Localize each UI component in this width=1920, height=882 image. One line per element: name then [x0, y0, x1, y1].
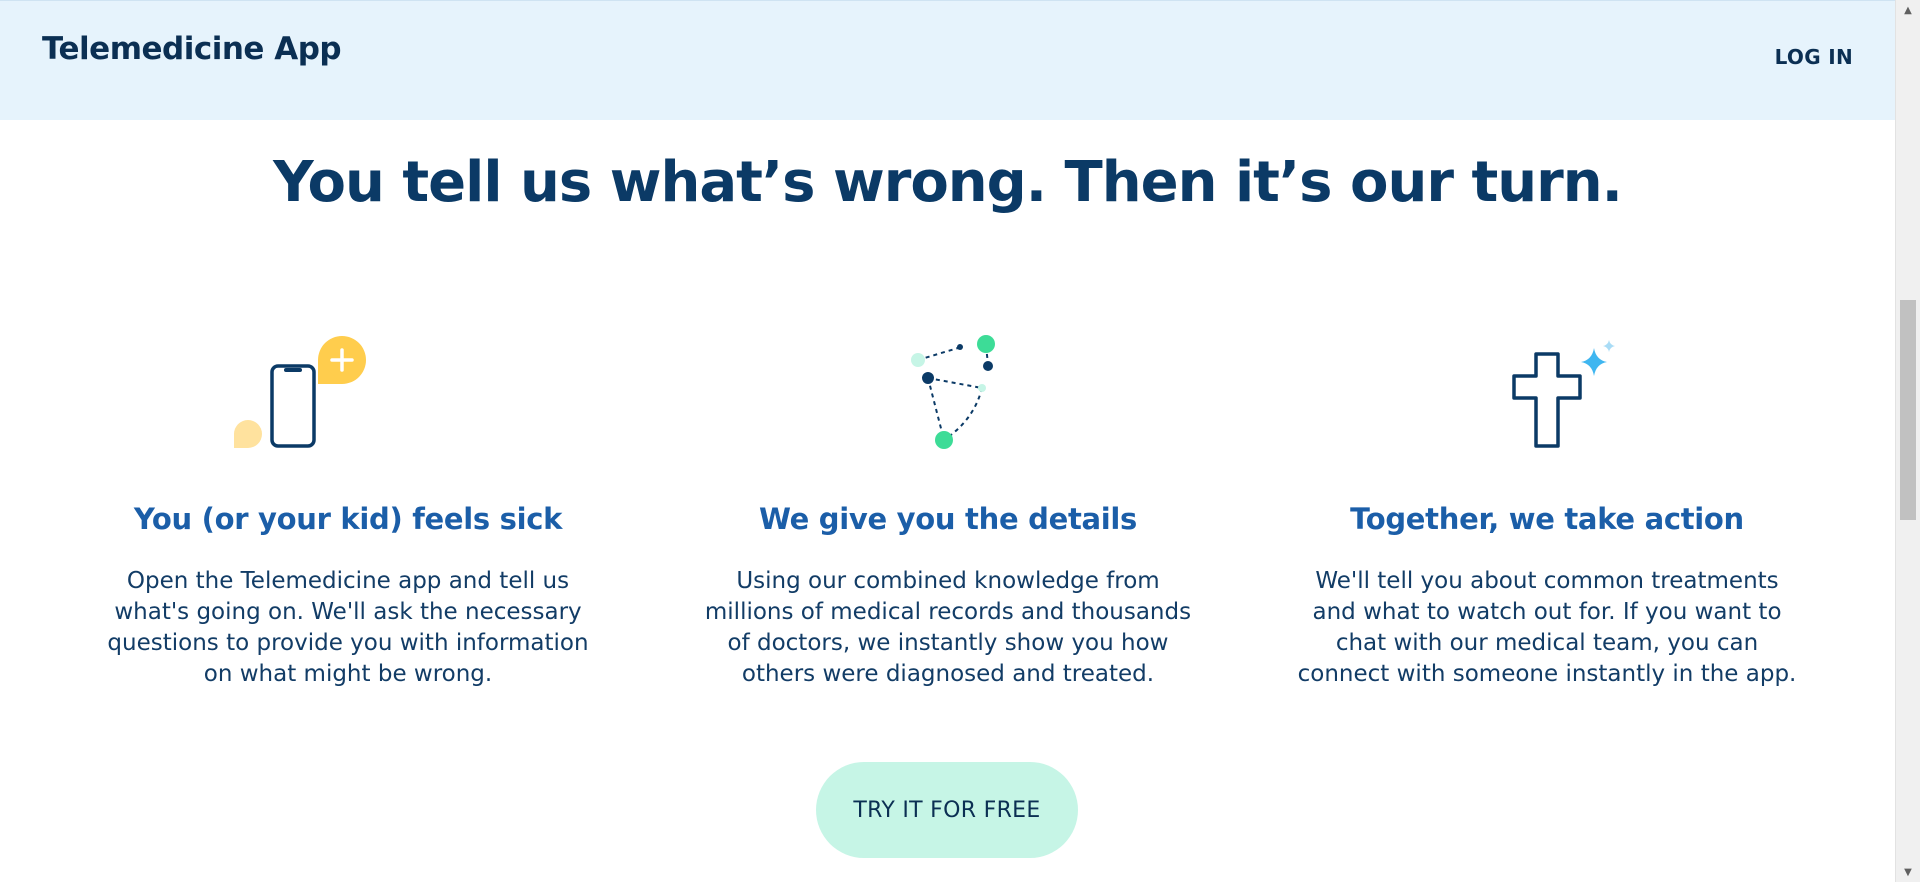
phone-chat-icon	[234, 330, 374, 460]
step-title: Together, we take action	[1350, 502, 1744, 536]
scroll-up-arrow-icon[interactable]: ▲	[1896, 0, 1920, 20]
step-description: Using our combined knowledge from millio…	[704, 568, 1192, 687]
step-description: We'll tell you about common treatments a…	[1297, 568, 1797, 687]
step-card-action: Together, we take action We'll tell you …	[1247, 330, 1847, 687]
step-title: We give you the details	[758, 502, 1138, 536]
medical-cross-sparkle-icon	[1477, 330, 1617, 460]
page-headline: You tell us what’s wrong. Then it’s our …	[273, 150, 1623, 215]
top-header: Telemedicine App LOG IN	[0, 0, 1895, 120]
scrollbar-thumb[interactable]	[1900, 300, 1916, 520]
step-description: Open the Telemedicine app and tell us wh…	[107, 568, 589, 687]
vertical-scrollbar[interactable]: ▲ ▼	[1895, 0, 1920, 882]
brand-logo[interactable]: Telemedicine App	[42, 31, 342, 67]
try-free-button[interactable]: TRY IT FOR FREE	[816, 762, 1078, 858]
page-viewport: Telemedicine App LOG IN You tell us what…	[0, 0, 1895, 878]
step-card-details: We give you the details Using our combin…	[648, 330, 1248, 687]
step-title: You (or your kid) feels sick	[133, 502, 563, 536]
connected-dots-icon	[878, 330, 1018, 460]
scroll-down-arrow-icon[interactable]: ▼	[1896, 862, 1920, 882]
step-card-feels-sick: You (or your kid) feels sick Open the Te…	[48, 330, 648, 687]
login-link[interactable]: LOG IN	[1775, 45, 1853, 69]
